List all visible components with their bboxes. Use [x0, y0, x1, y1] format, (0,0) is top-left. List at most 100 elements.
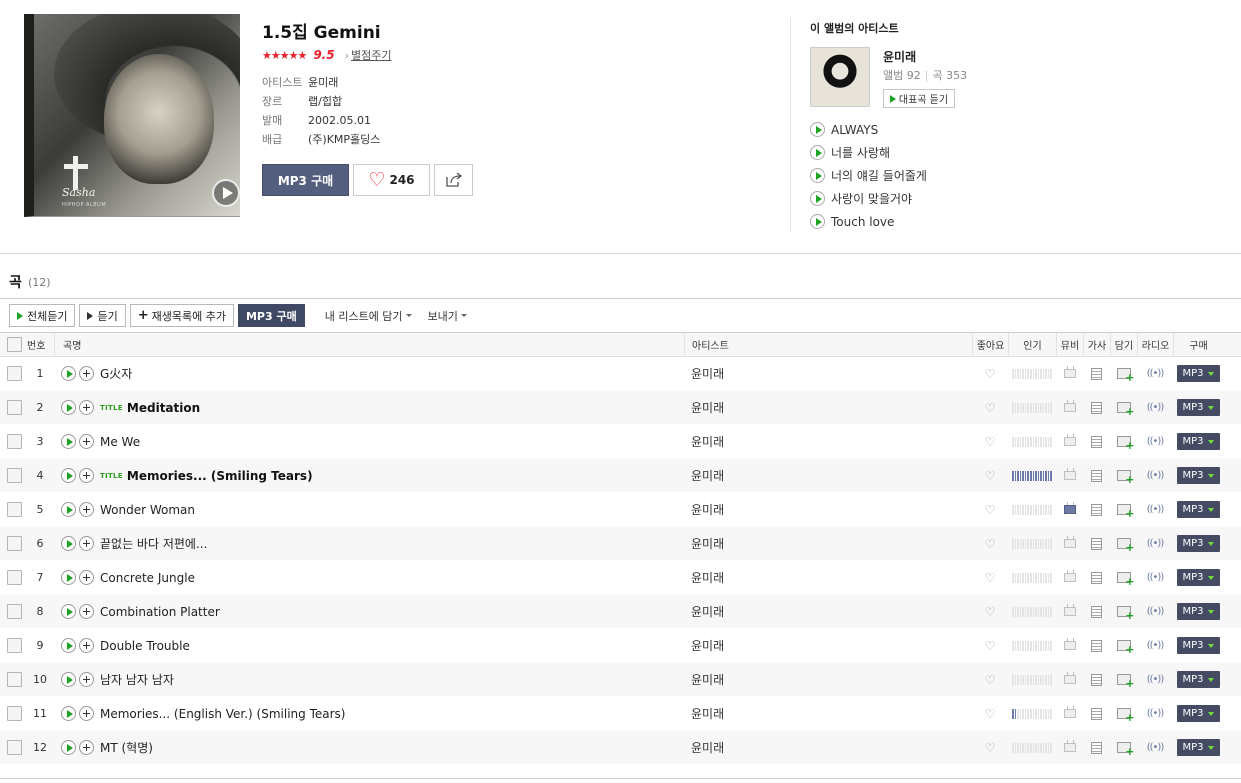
heart-icon[interactable]: ♡ [985, 605, 996, 619]
track-artist[interactable]: 윤미래 [691, 459, 724, 492]
add-icon[interactable] [79, 570, 94, 585]
top-song-title[interactable]: 너의 얘길 들어줄게 [831, 167, 927, 184]
artist-name[interactable]: 윤미래 [883, 48, 916, 65]
radio-icon[interactable]: ((•)) [1147, 402, 1164, 413]
play-icon[interactable] [61, 434, 76, 449]
lyrics-icon[interactable] [1091, 639, 1102, 652]
radio-icon[interactable]: ((•)) [1147, 470, 1164, 481]
heart-icon[interactable]: ♡ [985, 707, 996, 721]
lyrics-icon[interactable] [1091, 469, 1102, 482]
radio-icon[interactable]: ((•)) [1147, 640, 1164, 651]
play-icon[interactable] [61, 400, 76, 415]
buy-mp3-button[interactable]: MP3 구매 [237, 304, 305, 327]
top-song-title[interactable]: ALWAYS [831, 123, 878, 137]
play-icon[interactable] [61, 740, 76, 755]
top-song-item[interactable]: Touch love [810, 210, 927, 233]
lyrics-icon[interactable] [1091, 605, 1102, 618]
lyrics-icon[interactable] [1091, 401, 1102, 414]
folder-add-icon[interactable] [1116, 640, 1135, 656]
play-icon[interactable] [61, 604, 76, 619]
folder-add-icon[interactable] [1116, 538, 1135, 554]
checkbox[interactable] [7, 502, 22, 517]
heart-icon[interactable]: ♡ [985, 571, 996, 585]
heart-icon[interactable]: ♡ [985, 469, 996, 483]
track-title[interactable]: Wonder Woman [100, 503, 195, 517]
heart-icon[interactable]: ♡ [985, 401, 996, 415]
radio-icon[interactable]: ((•)) [1147, 572, 1164, 583]
radio-icon[interactable]: ((•)) [1147, 742, 1164, 753]
artist-photo[interactable] [810, 47, 870, 107]
mp3-buy-button[interactable]: MP3 구매 [262, 164, 349, 196]
add-icon[interactable] [79, 638, 94, 653]
play-icon[interactable] [61, 638, 76, 653]
mp3-dropdown-button[interactable]: MP3 [1176, 535, 1220, 552]
add-playlist-button[interactable]: + 재생목록에 추가 [129, 304, 234, 327]
heart-icon[interactable]: ♡ [985, 639, 996, 653]
mp3-dropdown-button[interactable]: MP3 [1176, 739, 1220, 756]
lyrics-icon[interactable] [1091, 537, 1102, 550]
lyrics-icon[interactable] [1091, 435, 1102, 448]
heart-icon[interactable]: ♡ [985, 537, 996, 551]
play-icon[interactable] [810, 122, 825, 137]
play-icon[interactable] [810, 145, 825, 160]
radio-icon[interactable]: ((•)) [1147, 436, 1164, 447]
mp3-dropdown-button[interactable]: MP3 [1176, 603, 1220, 620]
heart-icon[interactable]: ♡ [985, 503, 996, 517]
play-all-button[interactable]: 전체듣기 [9, 304, 76, 327]
checkbox[interactable] [7, 638, 22, 653]
play-icon[interactable] [61, 366, 76, 381]
folder-add-icon[interactable] [1116, 402, 1135, 418]
lyrics-icon[interactable] [1091, 741, 1102, 754]
heart-icon[interactable]: ♡ [985, 367, 996, 381]
checkbox[interactable] [7, 536, 22, 551]
checkbox[interactable] [7, 400, 22, 415]
add-icon[interactable] [79, 604, 94, 619]
heart-icon[interactable]: ♡ [985, 673, 996, 687]
play-icon[interactable] [61, 570, 76, 585]
checkbox[interactable] [7, 366, 22, 381]
lyrics-icon[interactable] [1091, 673, 1102, 686]
track-artist[interactable]: 윤미래 [691, 731, 724, 764]
track-artist[interactable]: 윤미래 [691, 425, 724, 458]
add-icon[interactable] [79, 468, 94, 483]
track-artist[interactable]: 윤미래 [691, 561, 724, 594]
folder-add-icon[interactable] [1116, 504, 1135, 520]
mp3-dropdown-button[interactable]: MP3 [1176, 365, 1220, 382]
add-icon[interactable] [79, 434, 94, 449]
play-icon[interactable] [810, 191, 825, 206]
radio-icon[interactable]: ((•)) [1147, 674, 1164, 685]
play-icon[interactable] [61, 536, 76, 551]
radio-icon[interactable]: ((•)) [1147, 606, 1164, 617]
top-song-item[interactable]: 너의 얘길 들어줄게 [810, 164, 927, 187]
play-button[interactable]: 듣기 [79, 304, 126, 327]
play-icon[interactable] [61, 672, 76, 687]
play-top-songs-button[interactable]: 대표곡 듣기 [883, 89, 955, 108]
track-title[interactable]: 남자 남자 남자 [100, 671, 174, 688]
top-song-title[interactable]: Touch love [831, 215, 894, 229]
folder-add-icon[interactable] [1116, 470, 1135, 486]
folder-add-icon[interactable] [1116, 572, 1135, 588]
track-artist[interactable]: 윤미래 [691, 629, 724, 662]
add-icon[interactable] [79, 706, 94, 721]
folder-add-icon[interactable] [1116, 436, 1135, 452]
like-button[interactable]: ♡ 246 [353, 164, 430, 196]
track-artist[interactable]: 윤미래 [691, 595, 724, 628]
checkbox[interactable] [7, 672, 22, 687]
lyrics-icon[interactable] [1091, 571, 1102, 584]
select-all-checkbox[interactable] [7, 333, 22, 356]
track-title[interactable]: 끝없는 바다 저편에... [100, 535, 207, 552]
radio-icon[interactable]: ((•)) [1147, 504, 1164, 515]
mp3-dropdown-button[interactable]: MP3 [1176, 467, 1220, 484]
send-dropdown[interactable]: 보내기 [428, 308, 467, 324]
add-icon[interactable] [79, 672, 94, 687]
play-icon[interactable] [61, 502, 76, 517]
folder-add-icon[interactable] [1116, 742, 1135, 758]
mp3-dropdown-button[interactable]: MP3 [1176, 399, 1220, 416]
checkbox[interactable] [7, 570, 22, 585]
track-title[interactable]: Concrete Jungle [100, 571, 195, 585]
top-song-item[interactable]: 사랑이 맞을거야 [810, 187, 927, 210]
play-icon[interactable] [61, 706, 76, 721]
play-icon[interactable] [810, 168, 825, 183]
top-song-item[interactable]: 너를 사랑해 [810, 141, 927, 164]
folder-add-icon[interactable] [1116, 708, 1135, 724]
